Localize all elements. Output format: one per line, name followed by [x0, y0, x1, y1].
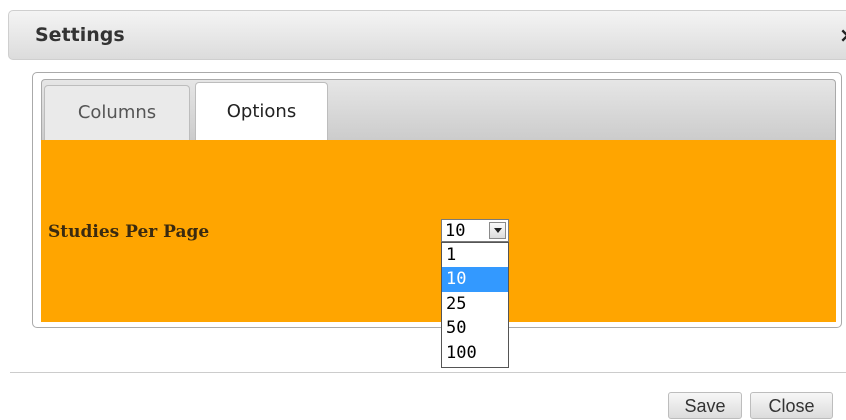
settings-content: Columns Options Studies Per Page	[32, 72, 842, 328]
options-panel: Studies Per Page	[41, 140, 836, 322]
footer-divider	[10, 372, 846, 373]
select-value: 10	[445, 221, 466, 241]
option-25[interactable]: 25	[442, 292, 508, 316]
close-icon[interactable]: ×	[839, 23, 846, 45]
studies-per-page-label: Studies Per Page	[48, 222, 210, 242]
close-button[interactable]: Close	[750, 392, 833, 419]
option-10[interactable]: 10	[442, 267, 508, 292]
studies-per-page-dropdown: 1 10 25 50 100	[441, 242, 509, 368]
option-1[interactable]: 1	[442, 243, 508, 267]
studies-per-page-select[interactable]: 10	[441, 219, 509, 242]
option-50[interactable]: 50	[442, 316, 508, 340]
dialog-title: Settings	[35, 24, 125, 46]
chevron-down-icon[interactable]	[489, 222, 506, 239]
tab-columns[interactable]: Columns	[44, 85, 190, 140]
tab-bar: Columns Options	[41, 79, 836, 140]
dialog-titlebar: Settings ×	[8, 10, 846, 60]
save-button[interactable]: Save	[668, 392, 742, 419]
option-100[interactable]: 100	[442, 341, 508, 365]
tab-options[interactable]: Options	[195, 82, 328, 140]
